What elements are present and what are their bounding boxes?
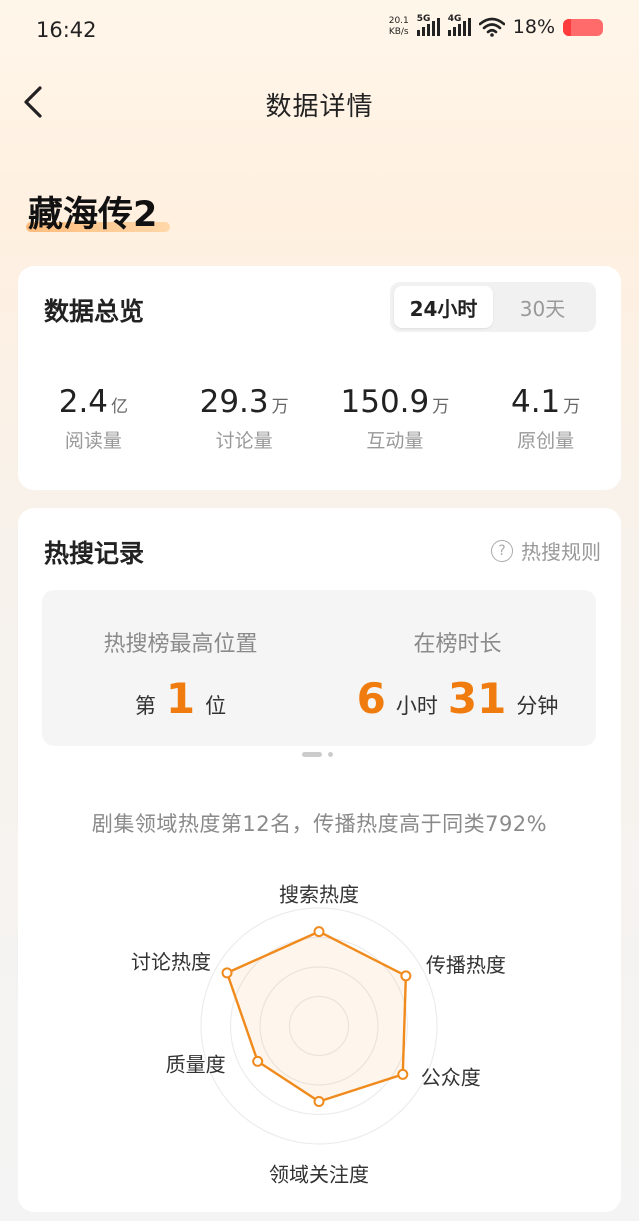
peak-suffix: 位 bbox=[205, 694, 227, 718]
stat-value: 4.1 bbox=[510, 384, 561, 420]
peak-prefix: 第 bbox=[134, 694, 156, 718]
stat-unit: 万 bbox=[432, 397, 450, 417]
stat-label: 互动量 bbox=[366, 430, 424, 452]
radar-point bbox=[400, 970, 412, 982]
radar-area bbox=[225, 930, 408, 1103]
tab-24h[interactable]: 24小时 bbox=[394, 286, 493, 328]
peak-label: 热搜榜最高位置 bbox=[103, 632, 258, 657]
heat-summary: 剧集领域热度第12名，传播热度高于同类792% bbox=[91, 812, 548, 836]
radar-axis-label: 领域关注度 bbox=[269, 1163, 369, 1187]
signal-4g-icon: 4G bbox=[447, 14, 471, 36]
page-indicator bbox=[302, 752, 333, 757]
overview-stats: 2.4 亿 阅读量 29.3 万 讨论量 150.9 万 互动量 4.1 万 原创量 bbox=[18, 384, 621, 453]
net-speed-unit: KB/s bbox=[388, 27, 409, 37]
duration-label: 在榜时长 bbox=[413, 632, 502, 657]
stat-discussions: 29.3 万 讨论量 bbox=[169, 384, 320, 453]
stat-unit: 万 bbox=[271, 397, 289, 417]
net-speed: 20.1 KB/s bbox=[389, 16, 409, 38]
status-time: 16:42 bbox=[36, 18, 97, 42]
net-speed-value: 20.1 bbox=[388, 16, 409, 26]
radar-axis-label: 公众度 bbox=[421, 1065, 481, 1089]
rules-label: 热搜规则 bbox=[521, 540, 601, 564]
hot-search-title: 热搜记录 bbox=[44, 539, 145, 568]
battery-percent: 18% bbox=[512, 16, 555, 38]
stat-label: 讨论量 bbox=[215, 430, 273, 452]
question-circle-icon: ? bbox=[491, 539, 513, 562]
stat-value: 2.4 bbox=[58, 384, 109, 420]
duration-minutes: 31 bbox=[447, 674, 507, 723]
stat-unit: 万 bbox=[563, 397, 581, 417]
stat-label: 原创量 bbox=[517, 430, 575, 452]
topic-title: 藏海传2 bbox=[28, 195, 158, 235]
peak-value: 1 bbox=[165, 674, 196, 723]
nav-bar: 数据详情 bbox=[0, 70, 639, 134]
radar-point bbox=[313, 1096, 325, 1108]
stat-value: 29.3 bbox=[199, 384, 269, 420]
radar-point bbox=[252, 1055, 264, 1067]
radar-axis-label: 传播热度 bbox=[426, 953, 506, 977]
hot-search-rules-link[interactable]: ? 热搜规则 bbox=[491, 536, 601, 565]
radar-axis-label: 讨论热度 bbox=[131, 950, 211, 974]
minutes-unit: 分钟 bbox=[516, 694, 559, 718]
page-title: 数据详情 bbox=[265, 92, 374, 122]
on-list-duration: 在榜时长 6 小时 31 分钟 bbox=[319, 590, 596, 746]
peak-position: 热搜榜最高位置 第 1 位 bbox=[42, 590, 319, 746]
stat-label: 阅读量 bbox=[64, 430, 122, 452]
signal-5g-icon: 5G bbox=[416, 14, 440, 36]
overview-title: 数据总览 bbox=[44, 297, 145, 326]
hot-search-card: 热搜记录 ? 热搜规则 热搜榜最高位置 第 1 位 在榜时长 6 小时 31 分… bbox=[18, 508, 621, 1212]
status-icons: 20.1 KB/s 5G 4G 18% bbox=[389, 14, 603, 38]
time-range-toggle: 24小时 30天 bbox=[390, 282, 596, 332]
duration-hours: 6 bbox=[356, 674, 386, 723]
stat-unit: 亿 bbox=[111, 397, 129, 417]
radar-point bbox=[221, 967, 233, 979]
battery-icon bbox=[563, 18, 603, 36]
stat-originals: 4.1 万 原创量 bbox=[470, 384, 621, 453]
hours-unit: 小时 bbox=[395, 694, 438, 718]
wifi-icon bbox=[478, 17, 505, 37]
tab-30d[interactable]: 30天 bbox=[493, 286, 592, 328]
status-bar: 16:42 20.1 KB/s 5G 4G 18% bbox=[0, 0, 639, 62]
overview-card: 数据总览 24小时 30天 2.4 亿 阅读量 29.3 万 讨论量 150.9 万 … bbox=[18, 266, 621, 490]
stat-interactions: 150.9 万 互动量 bbox=[320, 384, 471, 453]
radar-point bbox=[313, 926, 325, 938]
radar-axis-label: 搜索热度 bbox=[279, 883, 359, 907]
radar-chart: 搜索热度传播热度公众度领域关注度 质量度 讨论热度 bbox=[131, 883, 506, 1187]
stat-reads: 2.4 亿 阅读量 bbox=[18, 384, 169, 453]
hot-search-summary-box: 热搜榜最高位置 第 1 位 在榜时长 6 小时 31 分钟 bbox=[42, 590, 596, 746]
stat-value: 150.9 bbox=[340, 384, 430, 420]
radar-point bbox=[397, 1068, 409, 1080]
radar-axis-label: 质量度 bbox=[166, 1052, 226, 1076]
